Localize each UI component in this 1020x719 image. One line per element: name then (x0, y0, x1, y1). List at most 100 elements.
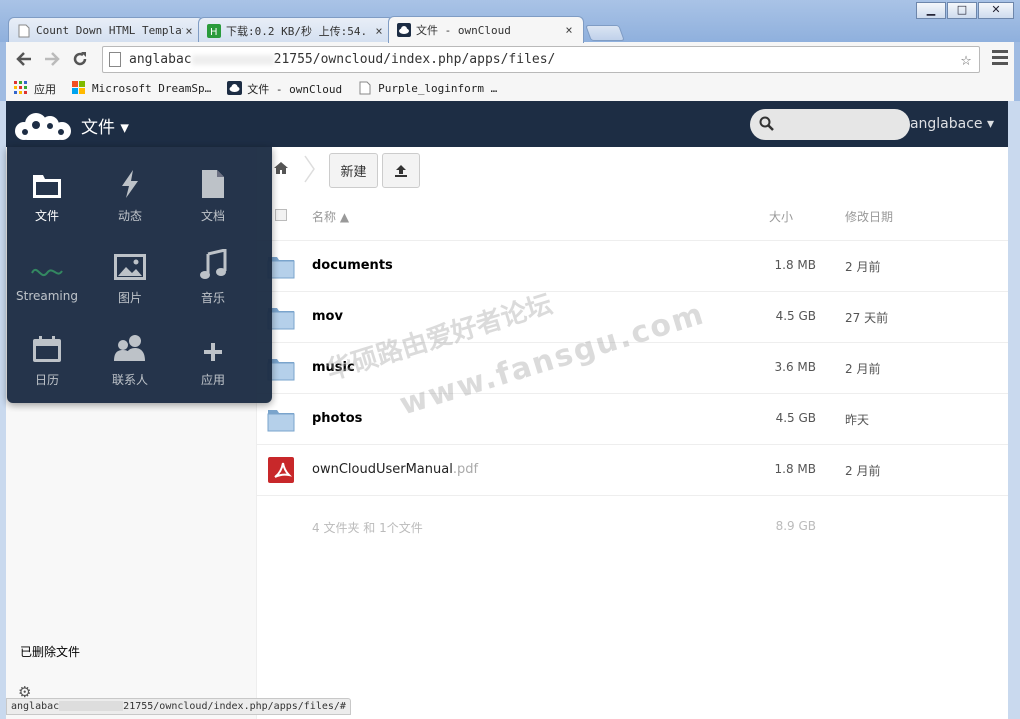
file-date: 2 月前 (845, 362, 881, 376)
tab-download[interactable]: H 下载:0.2 KB/秒 上传:54. × (198, 17, 394, 43)
tab-close-icon[interactable]: × (373, 24, 385, 38)
app-music[interactable]: 音乐 (173, 245, 253, 325)
file-date: 昨天 (845, 413, 870, 427)
activity-icon (122, 170, 138, 198)
microsoft-logo-icon (72, 81, 87, 96)
window-titlebar: ▁ □ ✕ Count Down HTML Templat × H 下载:0.2… (0, 0, 1020, 43)
page-icon (109, 52, 121, 67)
music-icon (200, 249, 227, 279)
app-pictures[interactable]: 图片 (90, 245, 170, 325)
url-text: anglabac 21755/owncloud/index.php/apps/fi… (129, 52, 556, 67)
file-name[interactable]: photos (312, 411, 362, 426)
window-controls: ▁ □ ✕ (916, 2, 1014, 19)
sidebar-item-deleted-files[interactable]: 已删除文件 (20, 643, 80, 660)
page-icon (17, 24, 31, 38)
owncloud-icon (397, 23, 411, 37)
files-controls: 新建 (257, 147, 1008, 195)
page-icon (358, 81, 373, 96)
bookmark-apps[interactable]: 应用 (14, 81, 56, 97)
table-row[interactable]: documents 1.8 MB 2 月前 (257, 241, 1008, 292)
file-date: 2 月前 (845, 260, 881, 274)
app-add-apps[interactable]: 应用 (173, 327, 253, 407)
file-size: 1.8 MB (774, 462, 816, 476)
reload-icon (73, 52, 87, 66)
streaming-icon (31, 268, 63, 276)
file-name[interactable]: music (312, 360, 355, 375)
calendar-icon (33, 336, 61, 362)
folder-icon (267, 410, 295, 432)
files-summary: 4 文件夹 和 1个文件 8.9 GB (257, 514, 1008, 544)
tab-title: 文件 - ownCloud (416, 24, 511, 37)
home-icon (274, 162, 288, 174)
folder-icon (33, 175, 61, 198)
table-row[interactable]: ownCloudUserManual.pdf 1.8 MB 2 月前 (257, 445, 1008, 496)
table-row[interactable]: mov 4.5 GB 27 天前 (257, 292, 1008, 343)
user-menu[interactable]: anglabace ▾ (910, 116, 994, 132)
tab-title: Count Down HTML Templat (36, 24, 183, 37)
home-breadcrumb[interactable] (273, 161, 289, 179)
arrow-left-icon (16, 52, 31, 66)
forward-button[interactable] (38, 45, 66, 73)
new-button[interactable]: 新建 (329, 153, 378, 188)
owncloud-header: 文件 ▾ anglabace ▾ (6, 101, 1008, 147)
maximize-button[interactable]: □ (947, 2, 977, 19)
upload-icon (395, 164, 407, 177)
file-size: 1.8 MB (774, 258, 816, 272)
tab-title: 下载:0.2 KB/秒 上传:54. (226, 24, 368, 38)
plus-icon (204, 343, 222, 361)
new-tab-button[interactable] (585, 25, 625, 41)
table-header: 名称 ▲ 大小 修改日期 (257, 199, 1008, 241)
select-all-checkbox[interactable] (275, 209, 287, 221)
bookmark-owncloud[interactable]: 文件 - ownCloud (227, 81, 342, 97)
file-name[interactable]: documents (312, 258, 393, 273)
apps-grid-icon (14, 81, 29, 96)
search-icon (759, 116, 774, 131)
bookmark-star-icon[interactable]: ☆ (953, 49, 979, 70)
summary-text: 4 文件夹 和 1个文件 (312, 521, 423, 535)
app-streaming[interactable]: Streaming (7, 245, 87, 325)
table-row[interactable]: music 3.6 MB 2 月前 (257, 343, 1008, 394)
tab-owncloud[interactable]: 文件 - ownCloud × (388, 16, 584, 43)
tab-close-icon[interactable]: × (563, 23, 575, 37)
search-input[interactable] (750, 109, 910, 140)
file-size: 4.5 GB (775, 411, 816, 425)
download-app-icon: H (207, 23, 221, 38)
app-documents[interactable]: 文档 (173, 163, 253, 243)
file-name[interactable]: ownCloudUserManual.pdf (312, 462, 478, 477)
browser-toolbar: anglabac 21755/owncloud/index.php/apps/fi… (0, 42, 1020, 76)
tab-countdown[interactable]: Count Down HTML Templat × (8, 17, 204, 43)
chrome-menu-button[interactable] (992, 50, 1008, 68)
summary-size: 8.9 GB (775, 519, 816, 533)
column-size[interactable]: 大小 (769, 208, 793, 225)
bookmark-dreamspark[interactable]: Microsoft DreamSp… (72, 81, 211, 96)
minimize-button[interactable]: ▁ (916, 2, 946, 19)
tab-close-icon[interactable]: × (183, 24, 195, 38)
bookmarks-bar: 应用 Microsoft DreamSp… 文件 - ownCloud Purp… (0, 76, 1020, 101)
file-date: 2 月前 (845, 464, 881, 478)
svg-text:H: H (210, 27, 218, 38)
column-modified[interactable]: 修改日期 (845, 208, 893, 225)
breadcrumb-separator-icon (304, 155, 315, 183)
column-name[interactable]: 名称 ▲ (312, 208, 349, 225)
address-bar[interactable]: anglabac 21755/owncloud/index.php/apps/fi… (102, 46, 980, 73)
reload-button[interactable] (66, 45, 94, 73)
owncloud-logo-icon[interactable] (12, 111, 74, 147)
table-row[interactable]: photos 4.5 GB 昨天 (257, 394, 1008, 445)
image-icon (114, 254, 146, 280)
contacts-icon (114, 335, 145, 361)
upload-button[interactable] (382, 153, 420, 188)
app-contacts[interactable]: 联系人 (90, 327, 170, 407)
bookmark-purple-loginform[interactable]: Purple_loginform … (358, 81, 497, 96)
app-calendar[interactable]: 日历 (7, 327, 87, 407)
pdf-icon (268, 457, 294, 483)
owncloud-icon (227, 81, 243, 96)
file-date: 27 天前 (845, 311, 889, 325)
file-name[interactable]: mov (312, 309, 343, 324)
file-size: 3.6 MB (774, 360, 816, 374)
app-files[interactable]: 文件 (7, 163, 87, 243)
app-activity[interactable]: 动态 (90, 163, 170, 243)
close-window-button[interactable]: ✕ (978, 2, 1014, 19)
app-switcher-button[interactable]: 文件 ▾ (81, 113, 129, 138)
back-button[interactable] (10, 45, 38, 73)
arrow-right-icon (45, 52, 60, 66)
